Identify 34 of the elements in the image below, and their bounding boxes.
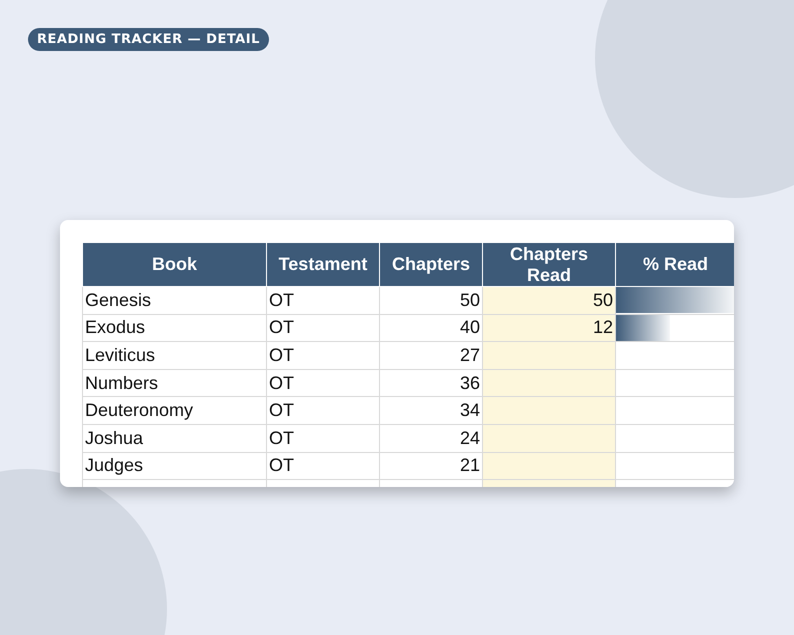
input-cell[interactable] (482, 396, 616, 424)
table-cell: Joshua (82, 424, 266, 452)
table-cell: 21 (380, 452, 482, 480)
table-cell: OT (266, 369, 380, 397)
input-cell[interactable] (482, 424, 616, 452)
table-cell: Exodus (82, 314, 266, 342)
input-cell[interactable] (482, 342, 616, 370)
table-cell: 27 (380, 342, 482, 370)
table-cell: OT (266, 314, 380, 342)
column-header: Book (82, 242, 266, 286)
input-cell[interactable] (482, 452, 616, 480)
column-header: % Read (616, 242, 734, 286)
table-cell: Judges (82, 452, 266, 480)
input-cell[interactable]: 50 (482, 286, 616, 314)
table-cell: Leviticus (82, 342, 266, 370)
table-cell: OT (266, 452, 380, 480)
table-cell: OT (266, 424, 380, 452)
table-cell: OT (266, 342, 380, 370)
input-cell[interactable]: 12 (482, 314, 616, 342)
table-cell: Deuteronomy (82, 396, 266, 424)
column-header: Testament (266, 242, 380, 286)
table-cell: 34 (380, 396, 482, 424)
input-cell[interactable] (482, 369, 616, 397)
table-cell: 50 (380, 286, 482, 314)
table-cell: 40 (380, 314, 482, 342)
table-cell: Numbers (82, 369, 266, 397)
table-cell: OT (266, 286, 380, 314)
column-header: Chapters Read (482, 242, 616, 286)
column-header: Chapters (380, 242, 482, 286)
table-cell: OT (266, 396, 380, 424)
table-cell: 36 (380, 369, 482, 397)
table-cell: 24 (380, 424, 482, 452)
table-cell: Genesis (82, 286, 266, 314)
page-title-badge: READING TRACKER — DETAIL (28, 28, 269, 51)
